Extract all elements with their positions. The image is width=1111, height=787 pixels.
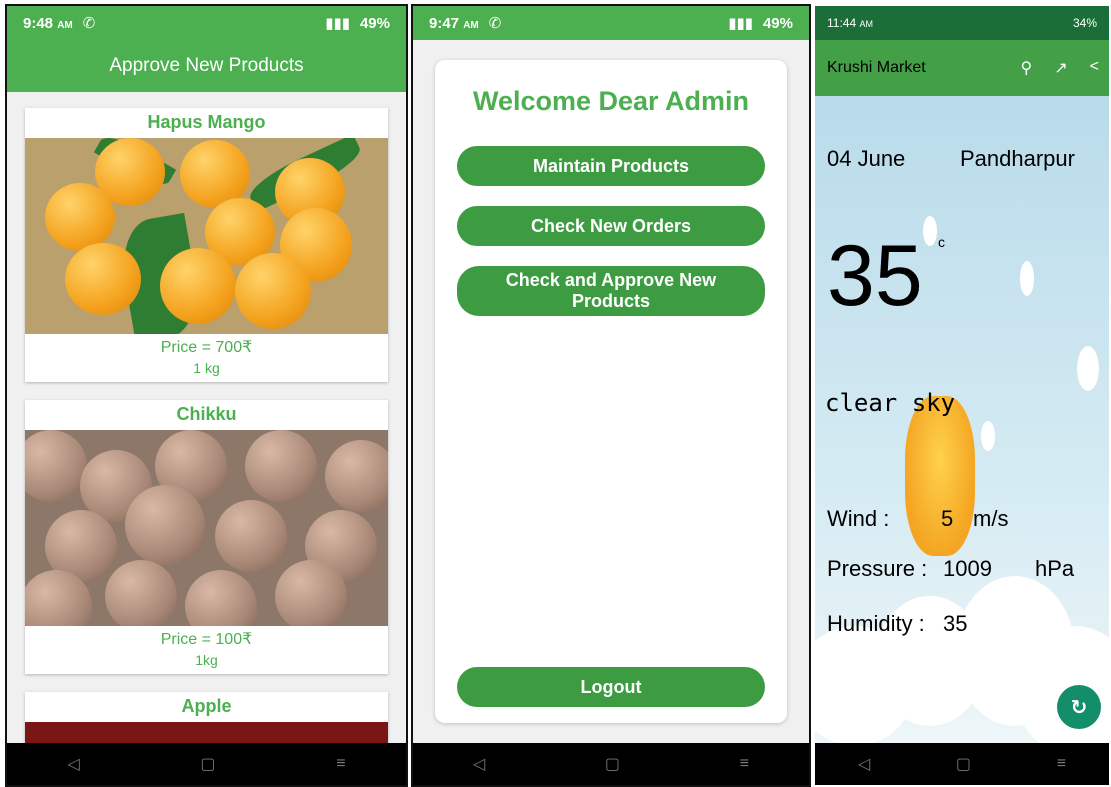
- call-icon: ✆: [82, 15, 96, 32]
- wind-label: Wind :: [827, 506, 890, 531]
- system-nav-bar: ◁ ▢ ≡: [413, 743, 809, 785]
- pressure-label: Pressure :: [827, 556, 928, 581]
- wind-unit: m/s: [973, 506, 1009, 531]
- weather-date: 04 June: [827, 146, 906, 171]
- phone-approve-products: 9:48 AM ✆ ▮▮▮ 49% Approve New Products H…: [5, 4, 408, 787]
- weather-panel: 04 June Pandharpur 35 c clear sky Wind :…: [815, 96, 1109, 743]
- welcome-heading: Welcome Dear Admin: [472, 86, 750, 116]
- trend-icon[interactable]: ↗: [1054, 58, 1067, 78]
- app-bar-title: Approve New Products: [7, 40, 406, 92]
- call-icon: ✆: [488, 15, 502, 32]
- app-bar: Krushi Market ⚲ ↗ <: [815, 40, 1109, 96]
- system-nav-bar: ◁ ▢ ≡: [7, 743, 406, 785]
- menu-icon[interactable]: ≡: [336, 755, 345, 773]
- weather-city: Pandharpur: [960, 146, 1075, 171]
- status-bar: 11:44 AM 34%: [815, 6, 1109, 40]
- refresh-icon: ↻: [1070, 696, 1088, 719]
- pressure-unit: hPa: [1035, 556, 1075, 581]
- back-icon[interactable]: ◁: [473, 754, 485, 774]
- product-name: Apple: [181, 696, 232, 716]
- product-card-chikku[interactable]: Chikku Price = 100₹ 1kg: [25, 400, 388, 674]
- phone-weather: 11:44 AM 34% Krushi Market ⚲ ↗ < 04 June…: [813, 4, 1111, 787]
- logout-button[interactable]: Logout: [457, 667, 765, 707]
- back-icon[interactable]: ◁: [858, 754, 870, 774]
- humidity-label: Humidity :: [827, 611, 925, 636]
- temperature-unit: c: [938, 234, 945, 250]
- sun-illustration: [905, 396, 975, 556]
- humidity-value: 35: [943, 611, 968, 636]
- status-time: 9:47 AM: [429, 14, 479, 32]
- system-nav-bar: ◁ ▢ ≡: [815, 743, 1109, 785]
- share-icon[interactable]: <: [1090, 58, 1099, 78]
- weather-description: clear sky: [825, 389, 956, 417]
- status-bar: 9:47 AM ✆ ▮▮▮ 49%: [413, 6, 809, 40]
- admin-content: Welcome Dear Admin Maintain Products Che…: [413, 40, 809, 743]
- back-icon[interactable]: ◁: [67, 754, 79, 774]
- wind-value: 5: [941, 506, 954, 531]
- product-price: Price = 700₹: [160, 339, 253, 356]
- approve-products-button[interactable]: Check and Approve New Products: [457, 266, 765, 316]
- product-quantity: 1 kg: [193, 360, 220, 376]
- product-list[interactable]: Hapus Mango Price = 700₹ 1 kg Chikku Pri…: [7, 92, 406, 743]
- home-icon[interactable]: ▢: [200, 754, 215, 774]
- phone-admin-home: 9:47 AM ✆ ▮▮▮ 49% Welcome Dear Admin Mai…: [411, 4, 811, 787]
- signal-icon: ▮▮▮: [325, 15, 350, 32]
- check-new-orders-button[interactable]: Check New Orders: [457, 206, 765, 246]
- refresh-button[interactable]: ↻: [1057, 685, 1101, 729]
- home-icon[interactable]: ▢: [605, 754, 620, 774]
- product-quantity: 1kg: [195, 652, 218, 668]
- search-icon[interactable]: ⚲: [1021, 58, 1033, 78]
- product-name: Chikku: [176, 404, 237, 424]
- temperature-value: 35: [827, 228, 923, 324]
- app-title: Krushi Market: [827, 59, 926, 76]
- menu-icon[interactable]: ≡: [740, 755, 749, 773]
- status-time: 11:44 AM: [827, 16, 873, 30]
- product-image-chikku: [25, 430, 388, 626]
- home-icon[interactable]: ▢: [956, 754, 971, 774]
- product-image-apple: [25, 722, 388, 743]
- pressure-value: 1009: [943, 556, 992, 581]
- admin-panel: Welcome Dear Admin Maintain Products Che…: [435, 60, 787, 723]
- status-battery: 49%: [762, 14, 793, 32]
- status-bar: 9:48 AM ✆ ▮▮▮ 49%: [7, 6, 406, 40]
- menu-icon[interactable]: ≡: [1057, 755, 1066, 773]
- product-image-mango: [25, 138, 388, 334]
- signal-icon: ▮▮▮: [728, 15, 753, 32]
- status-battery: 34%: [1072, 16, 1097, 30]
- product-price: Price = 100₹: [160, 631, 253, 648]
- maintain-products-button[interactable]: Maintain Products: [457, 146, 765, 186]
- product-card-apple[interactable]: Apple: [25, 692, 388, 743]
- status-time: 9:48 AM: [23, 14, 73, 32]
- status-battery: 49%: [359, 14, 390, 32]
- product-card-mango[interactable]: Hapus Mango Price = 700₹ 1 kg: [25, 108, 388, 382]
- product-name: Hapus Mango: [147, 112, 266, 132]
